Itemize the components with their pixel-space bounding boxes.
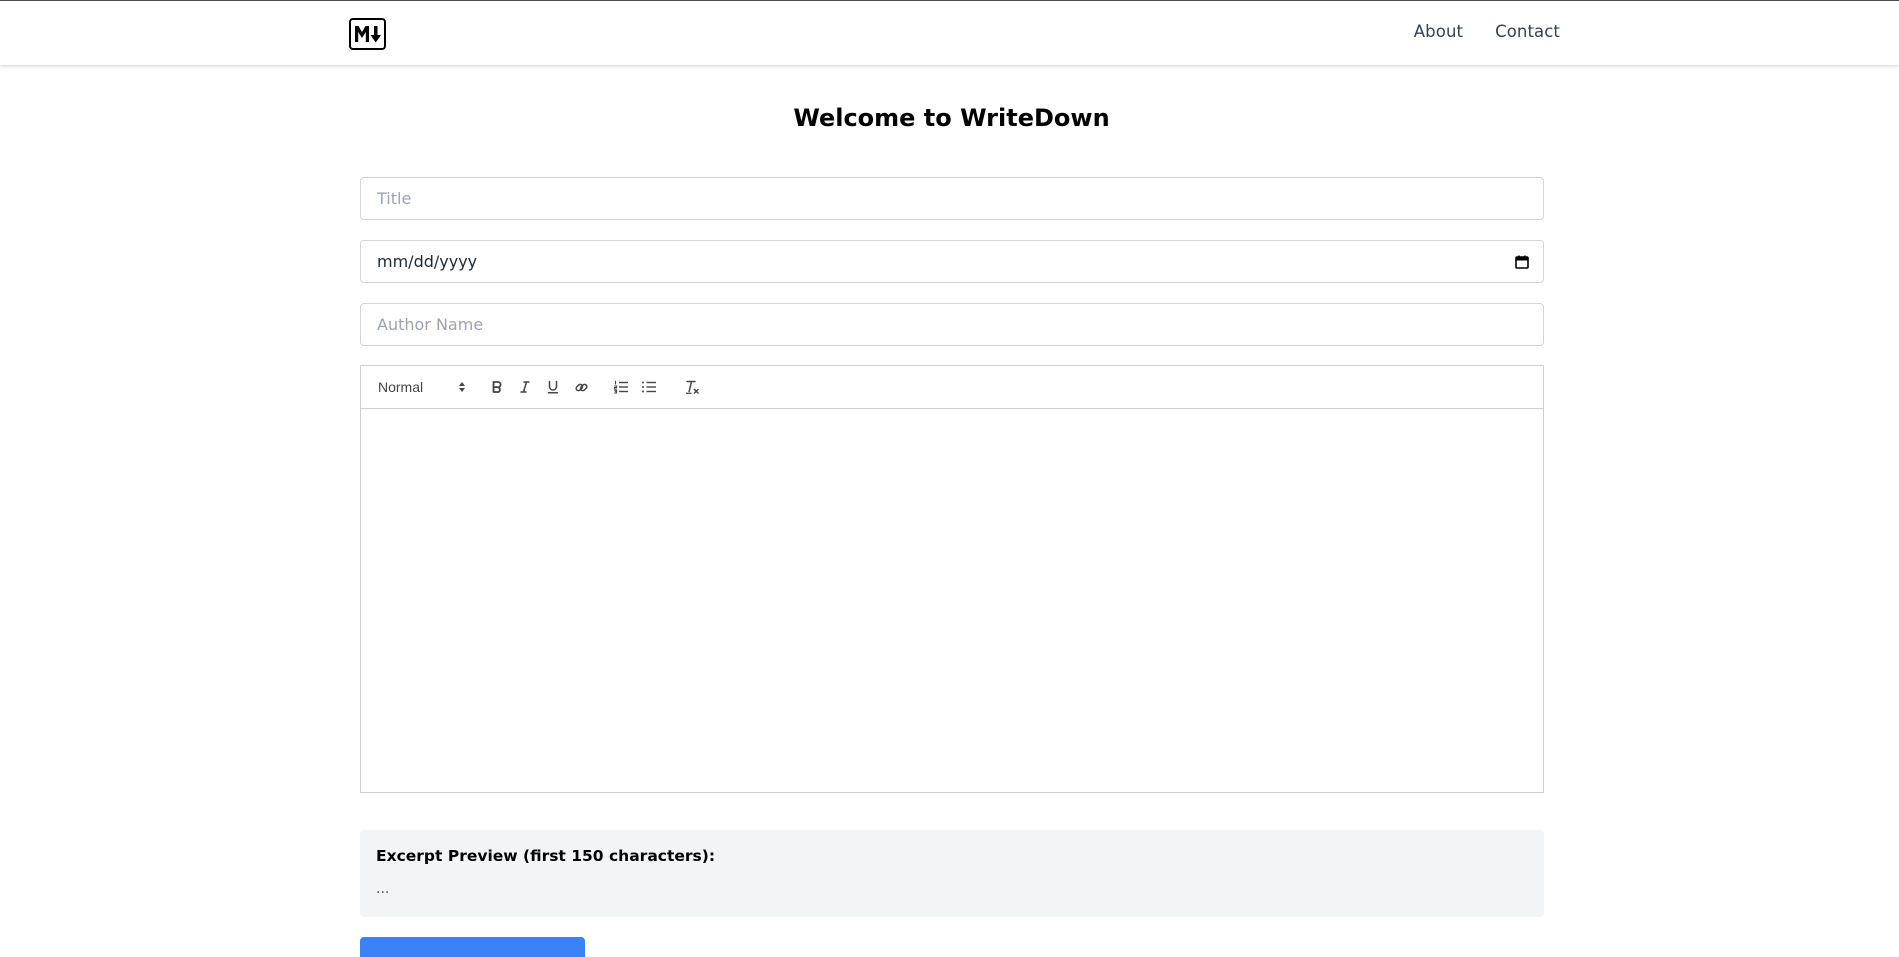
date-input[interactable]: mm/dd/yyyy (360, 240, 1544, 283)
rich-text-editor: Normal (360, 365, 1544, 793)
author-name-input[interactable]: Author Name (360, 303, 1544, 346)
submit-button[interactable] (360, 937, 585, 957)
excerpt-text: ... (376, 881, 390, 897)
author-input-placeholder: Author Name (377, 315, 484, 334)
excerpt-preview: Excerpt Preview (first 150 characters): … (360, 830, 1544, 917)
nav-link-contact[interactable]: Contact (1495, 22, 1560, 41)
main-nav: About Contact (1414, 22, 1560, 41)
clear-group (683, 378, 701, 396)
bullet-list-icon[interactable] (640, 378, 658, 396)
format-select[interactable]: Normal (378, 379, 466, 395)
date-input-placeholder: mm/dd/yyyy (377, 252, 478, 271)
calendar-icon[interactable] (1514, 254, 1530, 270)
excerpt-heading: Excerpt Preview (first 150 characters): (376, 847, 716, 865)
format-select-value: Normal (378, 379, 424, 395)
clear-format-icon[interactable] (683, 378, 701, 396)
list-group (612, 378, 658, 396)
text-format-group (488, 378, 590, 396)
page-title: Welcome to WriteDown (793, 104, 1110, 132)
top-navbar: About Contact (0, 0, 1899, 65)
select-arrows-icon (459, 382, 465, 392)
link-icon[interactable] (572, 378, 590, 396)
markdown-logo-icon[interactable] (349, 18, 386, 50)
italic-icon[interactable] (516, 378, 534, 396)
editor-content-area[interactable] (361, 409, 1543, 792)
bold-icon[interactable] (488, 378, 506, 396)
underline-icon[interactable] (544, 378, 562, 396)
nav-link-about[interactable]: About (1414, 22, 1463, 41)
editor-toolbar: Normal (361, 366, 1543, 409)
title-input[interactable]: Title (360, 177, 1544, 220)
ordered-list-icon[interactable] (612, 378, 630, 396)
title-input-placeholder: Title (377, 189, 412, 208)
